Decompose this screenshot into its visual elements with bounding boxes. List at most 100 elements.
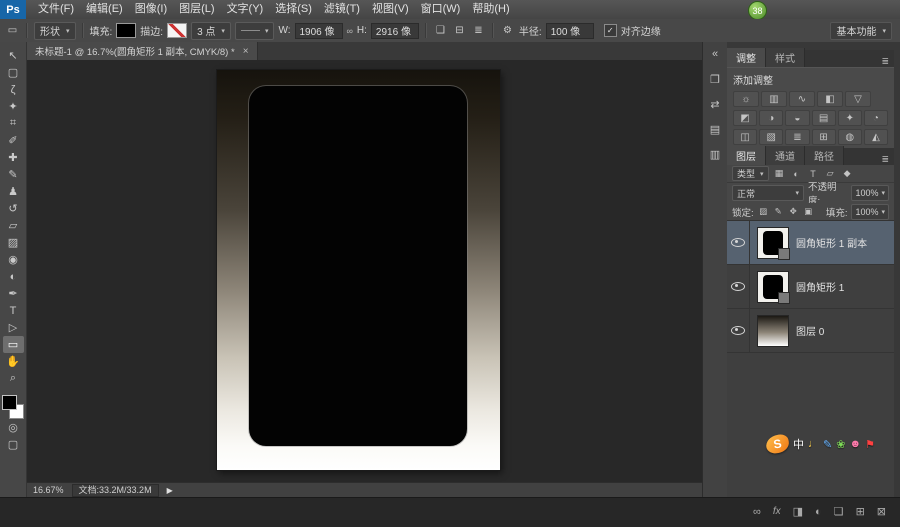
filter-pixel-layers-icon[interactable]: ▦	[773, 168, 786, 179]
tab-channels[interactable]: 通道	[766, 146, 805, 165]
info-panel-icon[interactable]: ▥	[706, 146, 724, 162]
filter-shape-layers-icon[interactable]: ▱	[824, 168, 837, 179]
document-canvas[interactable]	[217, 70, 500, 470]
layer-name[interactable]: 圆角矩形 1 副本	[796, 235, 867, 250]
menu-item-layer[interactable]: 图层(L)	[173, 0, 220, 19]
tab-paths[interactable]: 路径	[805, 146, 844, 165]
channel-mixer-icon[interactable]: ✦	[838, 110, 862, 126]
radius-input[interactable]: 100 像	[546, 23, 594, 39]
fill-swatch[interactable]	[116, 23, 136, 38]
layer-visibility-toggle[interactable]	[727, 221, 750, 264]
document-tab[interactable]: 未标题-1 @ 16.7%(圆角矩形 1 副本, CMYK/8) * ×	[27, 42, 258, 60]
tab-adjustments[interactable]: 调整	[727, 48, 766, 67]
screen-mode-button[interactable]: ▢	[3, 436, 24, 453]
invert-icon[interactable]: ◫	[733, 129, 757, 145]
lock-pixels-icon[interactable]: ✎	[773, 206, 784, 217]
tab-layers[interactable]: 图层	[727, 146, 766, 165]
pen-tool[interactable]: ✒	[3, 285, 24, 302]
marquee-tool[interactable]: ▢	[3, 64, 24, 81]
tab-styles[interactable]: 样式	[766, 48, 805, 67]
color-balance-icon[interactable]: ◑	[759, 110, 783, 126]
layer-row[interactable]: 圆角矩形 1 副本	[727, 221, 894, 265]
history-brush-tool[interactable]: ↺	[3, 200, 24, 217]
adjustment-misc-icon[interactable]: ◭	[864, 129, 888, 145]
height-input[interactable]: 2916 像	[371, 23, 419, 39]
clone-stamp-tool[interactable]: ♟	[3, 183, 24, 200]
add-layer-mask-icon[interactable]: ◨	[793, 505, 803, 518]
opacity-dropdown[interactable]: 100% ▾	[851, 185, 889, 201]
new-group-icon[interactable]: ❏	[834, 505, 844, 518]
fill-opacity-dropdown[interactable]: 100% ▾	[851, 204, 889, 220]
layer-visibility-toggle[interactable]	[727, 265, 750, 308]
menu-item-image[interactable]: 图像(I)	[129, 0, 173, 19]
layer-style-icon[interactable]: fx	[773, 506, 781, 517]
quick-mask-button[interactable]: ◎	[3, 419, 24, 436]
canvas-area[interactable]	[27, 60, 702, 483]
properties-panel-icon[interactable]: ▤	[706, 121, 724, 137]
close-icon[interactable]: ×	[243, 46, 249, 57]
stroke-swatch[interactable]	[167, 23, 187, 38]
quick-selection-tool[interactable]: ✦	[3, 98, 24, 115]
stroke-width-dropdown[interactable]: 3 点 ▾	[191, 22, 231, 40]
dodge-tool[interactable]: ◐	[3, 268, 24, 285]
black-white-icon[interactable]: ◒	[785, 110, 809, 126]
crop-tool[interactable]: ⌗	[3, 115, 24, 132]
gear-icon[interactable]: ⚙	[500, 25, 515, 36]
posterize-icon[interactable]: ▧	[759, 129, 783, 145]
layer-thumbnail[interactable]	[758, 228, 788, 258]
lock-transparency-icon[interactable]: ▨	[758, 206, 769, 217]
menu-item-filter[interactable]: 滤镜(T)	[318, 0, 366, 19]
new-layer-icon[interactable]: ⊞	[856, 505, 865, 518]
photo-filter-icon[interactable]: ▤	[812, 110, 836, 126]
panel-menu-icon[interactable]: ≣	[881, 56, 889, 67]
layer-row[interactable]: 图层 0	[727, 309, 894, 353]
rounded-rectangle-shape[interactable]	[249, 86, 467, 446]
brightness-contrast-icon[interactable]: ☼	[733, 91, 759, 107]
gradient-map-icon[interactable]: ⊞	[812, 129, 836, 145]
hand-tool[interactable]: ✋	[3, 353, 24, 370]
lock-position-icon[interactable]: ✥	[788, 206, 799, 217]
layer-thumbnail[interactable]	[758, 272, 788, 302]
eyedropper-tool[interactable]: ✐	[3, 132, 24, 149]
layer-thumbnail[interactable]	[758, 316, 788, 346]
vibrance-icon[interactable]: ▽	[845, 91, 871, 107]
delete-layer-icon[interactable]: ⊠	[877, 505, 886, 518]
curves-icon[interactable]: ∿	[789, 91, 815, 107]
notification-badge[interactable]: 38	[748, 1, 767, 20]
panel-menu-icon[interactable]: ≣	[881, 154, 889, 165]
levels-icon[interactable]: ▥	[761, 91, 787, 107]
menu-item-window[interactable]: 窗口(W)	[415, 0, 467, 19]
healing-brush-tool[interactable]: ✚	[3, 149, 24, 166]
type-tool[interactable]: T	[3, 302, 24, 319]
collapse-panels-icon[interactable]: «	[706, 46, 724, 62]
zoom-level[interactable]: 16.67%	[33, 485, 64, 495]
hue-saturation-icon[interactable]: ◩	[733, 110, 757, 126]
move-tool[interactable]: ↖	[3, 47, 24, 64]
layer-filter-dropdown[interactable]: 类型 ▾	[732, 166, 769, 181]
link-layers-icon[interactable]: ∞	[753, 506, 761, 518]
swap-panel-icon[interactable]: ⇄	[706, 96, 724, 112]
threshold-icon[interactable]: ≣	[785, 129, 809, 145]
layer-visibility-toggle[interactable]	[727, 309, 750, 352]
selective-color-icon[interactable]: ◍	[838, 129, 862, 145]
workspace-dropdown[interactable]: 基本功能 ▾	[830, 22, 892, 40]
width-input[interactable]: 1906 像	[295, 23, 343, 39]
filter-type-layers-icon[interactable]: T	[807, 169, 820, 179]
menu-item-select[interactable]: 选择(S)	[269, 0, 318, 19]
tool-preset-icon[interactable]: ▭	[5, 25, 20, 36]
history-panel-icon[interactable]: ❐	[706, 71, 724, 87]
zoom-tool[interactable]: ⌕	[3, 370, 24, 387]
blend-mode-dropdown[interactable]: 正常 ▾	[732, 185, 804, 201]
menu-item-file[interactable]: 文件(F)	[32, 0, 80, 19]
menu-item-view[interactable]: 视图(V)	[366, 0, 415, 19]
filter-adjustment-layers-icon[interactable]: ◐	[790, 169, 803, 179]
stroke-style-dropdown[interactable]: ——— ▾	[235, 22, 275, 40]
menu-item-type[interactable]: 文字(Y)	[221, 0, 270, 19]
lock-all-icon[interactable]: ▣	[803, 206, 814, 217]
eraser-tool[interactable]: ▱	[3, 217, 24, 234]
link-dimensions-icon[interactable]: ∞	[347, 26, 353, 36]
menu-item-help[interactable]: 帮助(H)	[466, 0, 515, 19]
status-options-arrow-icon[interactable]: ▶	[167, 486, 173, 495]
align-edges-checkbox[interactable]: ✓	[604, 24, 617, 37]
blur-tool[interactable]: ◉	[3, 251, 24, 268]
